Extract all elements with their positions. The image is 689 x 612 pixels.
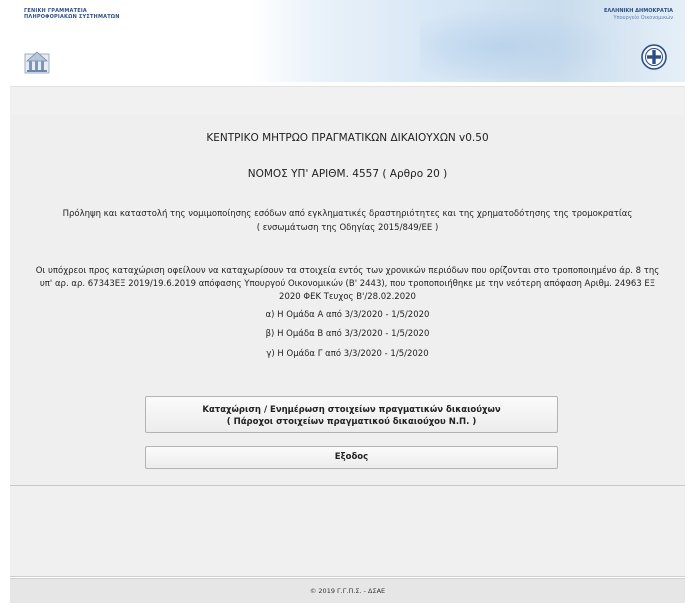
group-b-period: β) Η Ομάδα Β από 3/3/2020 - 1/5/2020 [265, 329, 430, 339]
footer: © 2019 Γ.Γ.Π.Σ. - ΔΣΑΕ [10, 578, 685, 603]
group-a-period: α) Η Ομάδα Α από 3/3/2020 - 1/5/2020 [265, 310, 430, 320]
law-reference: ΝΟΜΟΣ ΥΠ' ΑΡΙΘΜ. 4557 ( Αρθρο 20 ) [247, 168, 448, 180]
gsis-logo-icon [24, 51, 50, 74]
register-button-sublabel: ( Πάροχοι στοιχείων πραγματικού δικαιούχ… [226, 417, 477, 427]
hellenic-republic-title: ΕΛΛΗΝΙΚΗ ΔΗΜΟΚΡΑΤΙΑ Υπουργείο Οικονομικώ… [604, 8, 673, 22]
exit-button[interactable]: Εξοδος [145, 446, 558, 469]
obligation-text-line-2: υπ' αρ. αρ. 67343ΕΞ 2019/19.6.2019 απόφα… [39, 279, 656, 289]
group-c-period: γ) Η Ομάδα Γ από 3/3/2020 - 1/5/2020 [266, 349, 429, 359]
register-beneficiaries-button[interactable]: Καταχώριση / Ενημέρωση στοιχείων πραγματ… [145, 396, 558, 433]
page-header: ΓΕΝΙΚΗ ΓΡΑΜΜΑΤΕΙΑ ΠΛΗΡΟΦΟΡΙΑΚΩΝ ΣΥΣΤΗΜΑΤ… [10, 0, 685, 82]
bottom-separator-band [10, 486, 685, 577]
copyright-text: © 2019 Γ.Γ.Π.Σ. - ΔΣΑΕ [309, 587, 386, 595]
app-title: ΚΕΝΤΡΙΚΟ ΜΗΤΡΩΟ ΠΡΑΓΜΑΤΙΚΩΝ ΔΙΚΑΙΟΥΧΩΝ v… [206, 132, 489, 144]
hellenic-republic-label: ΕΛΛΗΝΙΚΗ ΔΗΜΟΚΡΑΤΙΑ [603, 8, 673, 14]
obligation-text-line-1: Οι υπόχρεοι προς καταχώριση οφείλουν να … [35, 266, 660, 276]
header-banner-decoration [420, 8, 620, 78]
obligation-text-line-3: 2020 ΦΕΚ Τευχος Β'/28.02.2020 [279, 292, 416, 302]
description-line-2: ( ενσωμάτωση της Οδηγίας 2015/849/ΕΕ ) [256, 223, 439, 233]
ministry-label: Υπουργείο Οικονομικών [613, 15, 673, 21]
greek-emblem-icon [641, 44, 667, 70]
gsis-org-title: ΓΕΝΙΚΗ ΓΡΑΜΜΑΤΕΙΑ ΠΛΗΡΟΦΟΡΙΑΚΩΝ ΣΥΣΤΗΜΑΤ… [24, 8, 120, 20]
description-line-1: Πρόληψη και καταστολή της νομιμοποίησης … [62, 209, 633, 219]
register-button-label: Καταχώριση / Ενημέρωση στοιχείων πραγματ… [202, 405, 501, 415]
top-separator-band [10, 86, 685, 116]
main-panel: ΚΕΝΤΡΙΚΟ ΜΗΤΡΩΟ ΠΡΑΓΜΑΤΙΚΩΝ ΔΙΚΑΙΟΥΧΩΝ v… [10, 115, 685, 486]
